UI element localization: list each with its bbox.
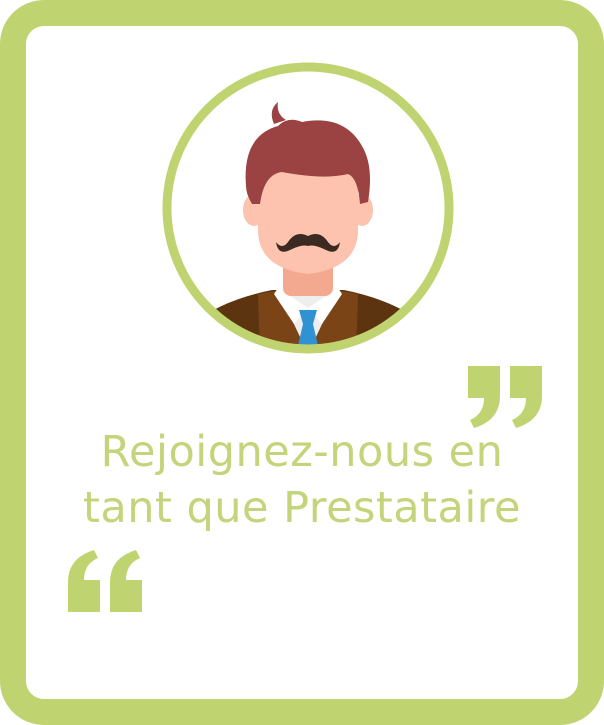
quote-open-icon: [64, 548, 146, 616]
quote-close-icon: [464, 362, 546, 430]
headline-line-2: tant que Prestataire: [83, 483, 521, 533]
headline-line-1: Rejoignez-nous en: [100, 427, 504, 477]
headline: Rejoignez-nous en tant que Prestataire: [40, 424, 564, 536]
businessman-avatar-icon: [162, 62, 454, 354]
